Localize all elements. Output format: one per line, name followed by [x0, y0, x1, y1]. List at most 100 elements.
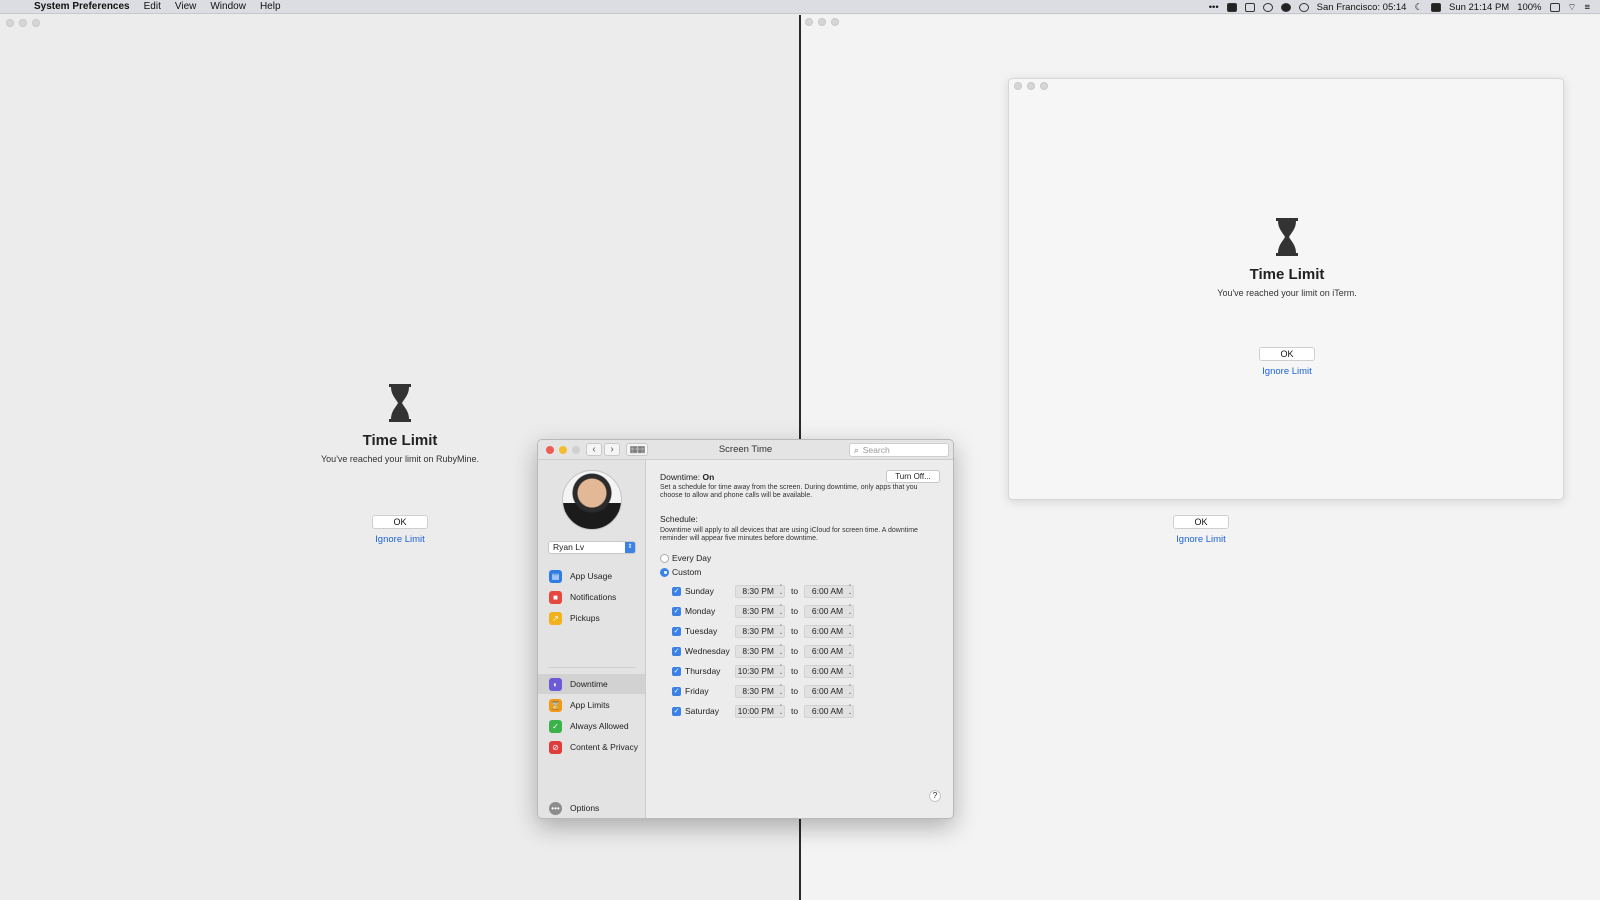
sidebar-item-pickups[interactable]: ↗ Pickups	[538, 608, 645, 628]
day-label: Tuesday	[685, 626, 718, 636]
sidebar-item-downtime[interactable]: ◐ Downtime	[538, 674, 645, 694]
day-checkbox[interactable]: ✓	[672, 666, 681, 676]
sidebar-item-content-privacy[interactable]: ⊘ Content & Privacy	[538, 737, 645, 757]
menu-help[interactable]: Help	[260, 1, 281, 12]
checkmark-icon: ✓	[549, 719, 562, 733]
vpn-icon[interactable]	[1262, 2, 1273, 12]
ok-button[interactable]: OK	[372, 515, 428, 529]
radio-label: Every Day	[672, 553, 712, 563]
world-clock[interactable]: San Francisco: 05:14	[1317, 2, 1407, 13]
zoom-icon[interactable]	[1040, 82, 1048, 90]
day-checkbox[interactable]: ✓	[672, 686, 681, 696]
turn-off-button[interactable]: Turn Off...	[886, 470, 940, 483]
user-name: Ryan Lv	[553, 542, 585, 552]
day-checkbox[interactable]: ✓	[672, 606, 681, 616]
menu-view[interactable]: View	[175, 1, 197, 12]
help-button[interactable]: ?	[929, 790, 941, 802]
minimize-icon[interactable]	[1027, 82, 1035, 90]
ok-button[interactable]: OK	[1259, 347, 1315, 361]
sidebar-item-label: Content & Privacy	[570, 742, 639, 752]
menu-list-icon[interactable]: ≡	[1584, 2, 1590, 13]
schedule-note: Downtime will apply to all devices that …	[660, 527, 918, 542]
day-checkbox[interactable]: ✓	[672, 706, 681, 716]
end-time-stepper[interactable]: 6:00 AM	[804, 644, 855, 658]
end-time-stepper[interactable]: 6:00 AM	[804, 684, 855, 698]
display-icon[interactable]	[1226, 2, 1237, 12]
close-icon[interactable]	[805, 18, 813, 26]
ignore-limit-link[interactable]: Ignore Limit	[340, 534, 460, 545]
day-row-monday: ✓ Monday 8:30 PM to 6:00 AM	[672, 604, 855, 618]
end-time-stepper[interactable]: 6:00 AM	[804, 624, 855, 638]
menu-window[interactable]: Window	[210, 1, 246, 12]
start-time-stepper[interactable]: 10:30 PM	[735, 664, 785, 678]
minimize-icon[interactable]	[19, 19, 27, 27]
input-source-icon[interactable]	[1430, 2, 1441, 12]
battery-icon[interactable]	[1549, 2, 1560, 12]
minimize-icon[interactable]	[818, 18, 826, 26]
sidebar-item-label: Downtime	[570, 679, 608, 689]
end-time-stepper[interactable]: 6:00 AM	[804, 664, 855, 678]
sidebar-item-label: Options	[570, 803, 600, 813]
ignore-limit-link-behind[interactable]: Ignore Limit	[1141, 534, 1261, 545]
start-time-stepper[interactable]: 8:30 PM	[735, 644, 785, 658]
day-label: Wednesday	[685, 646, 730, 656]
radio-button[interactable]	[660, 567, 669, 577]
day-row-tuesday: ✓ Tuesday 8:30 PM to 6:00 AM	[672, 624, 855, 638]
window-icon[interactable]	[1244, 2, 1255, 12]
sidebar-item-notifications[interactable]: ■ Notifications	[538, 587, 645, 607]
downtime-description: Set a schedule for time away from the sc…	[660, 484, 918, 499]
theme-icon[interactable]	[1280, 2, 1291, 12]
moon-icon[interactable]: ☾	[1414, 2, 1423, 13]
pickups-icon: ↗	[549, 611, 562, 625]
right-window-controls	[805, 18, 839, 26]
sidebar-divider	[548, 667, 636, 668]
close-icon[interactable]	[6, 19, 14, 27]
end-time-stepper[interactable]: 6:00 AM	[804, 704, 855, 718]
radio-button[interactable]	[660, 553, 669, 563]
start-time-stepper[interactable]: 8:30 PM	[735, 624, 785, 638]
day-checkbox[interactable]: ✓	[672, 626, 681, 636]
close-icon[interactable]	[1014, 82, 1022, 90]
sidebar-item-options[interactable]: ••• Options	[538, 798, 645, 818]
search-icon: ⌕	[854, 445, 859, 455]
wifi-icon[interactable]: ⌔	[1568, 2, 1577, 13]
schedule-label: Schedule:	[660, 514, 698, 524]
user-select[interactable]: Ryan Lv ⇕	[548, 541, 636, 554]
day-row-saturday: ✓ Saturday 10:00 PM to 6:00 AM	[672, 704, 855, 718]
to-label: to	[791, 646, 799, 656]
zoom-icon[interactable]	[32, 19, 40, 27]
start-time-stepper[interactable]: 8:30 PM	[735, 584, 785, 598]
options-icon: •••	[549, 801, 562, 815]
to-label: to	[791, 586, 799, 596]
screen-time-titlebar[interactable]: ‹ › ▦▦ Screen Time ⌕ Search	[538, 440, 953, 460]
search-input[interactable]: ⌕ Search	[849, 443, 949, 457]
sidebar-item-app-usage[interactable]: ▤ App Usage	[538, 566, 645, 586]
sidebar-item-always-allowed[interactable]: ✓ Always Allowed	[538, 716, 645, 736]
day-row-wednesday: ✓ Wednesday 8:30 PM to 6:00 AM	[672, 644, 855, 658]
battery-percent[interactable]: 100%	[1517, 2, 1541, 13]
radio-every-day[interactable]: Every Day	[660, 553, 711, 563]
sidebar-item-label: Notifications	[570, 592, 617, 602]
ignore-limit-link[interactable]: Ignore Limit	[1227, 366, 1347, 377]
time-limit-rubymine: Time Limit You've reached your limit on …	[250, 383, 550, 464]
end-time-stepper[interactable]: 6:00 AM	[804, 584, 855, 598]
to-label: to	[791, 706, 799, 716]
sidebar-item-label: App Limits	[570, 700, 610, 710]
day-checkbox[interactable]: ✓	[672, 646, 681, 656]
sync-icon[interactable]	[1298, 2, 1309, 12]
menu-app-name[interactable]: System Preferences	[34, 1, 130, 12]
zoom-icon[interactable]	[831, 18, 839, 26]
end-time-stepper[interactable]: 6:00 AM	[804, 604, 855, 618]
downtime-label: Downtime:	[660, 472, 701, 482]
start-time-stepper[interactable]: 10:00 PM	[735, 704, 785, 718]
day-checkbox[interactable]: ✓	[672, 586, 681, 596]
sidebar-item-app-limits[interactable]: ⌛ App Limits	[538, 695, 645, 715]
start-time-stepper[interactable]: 8:30 PM	[735, 604, 785, 618]
more-icon[interactable]: •••	[1209, 2, 1219, 13]
to-label: to	[791, 686, 799, 696]
radio-custom[interactable]: Custom	[660, 567, 701, 577]
menu-date-time[interactable]: Sun 21:14 PM	[1449, 2, 1509, 13]
menu-edit[interactable]: Edit	[144, 1, 161, 12]
start-time-stepper[interactable]: 8:30 PM	[735, 684, 785, 698]
ok-button-behind[interactable]: OK	[1173, 515, 1229, 529]
